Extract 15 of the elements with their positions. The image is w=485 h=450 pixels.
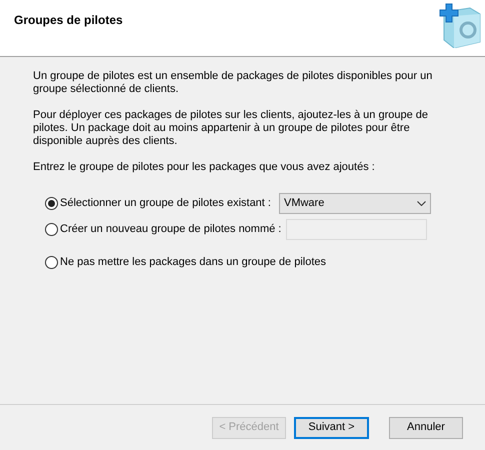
- description-text: Un groupe de pilotes est un ensemble de packages de pilotes disponibles pour un groupe sélectionné de clients.: [33, 70, 434, 96]
- description-text: Entrez le groupe de pilotes pour les packages que vous avez ajoutés :: [33, 161, 376, 174]
- radio-button[interactable]: [45, 256, 58, 269]
- chevron-down-icon: [416, 201, 426, 206]
- wizard-button[interactable]: Annuler: [389, 416, 463, 438]
- radio-option[interactable]: Ne pas mettre les packages dans un groupe de pilotes: [45, 254, 326, 270]
- page-title: Groupes de pilotes: [14, 12, 123, 29]
- radio-button[interactable]: [45, 223, 58, 236]
- group-dropdown[interactable]: VMware: [278, 193, 431, 214]
- wizard-button[interactable]: Suivant >: [294, 416, 369, 438]
- radio-option[interactable]: Créer un nouveau groupe de pilotes nommé :: [45, 221, 282, 238]
- radio-option[interactable]: Sélectionner un groupe de pilotes existant :: [45, 195, 271, 212]
- radio-button[interactable]: [45, 197, 58, 210]
- package-gear-icon: [438, 2, 482, 48]
- description-text: Pour déployer ces packages de pilotes sur les clients, ajoutez-les à un groupe de pilotes. Un package doit au moins appartenir à un groupe de pilotes pour être disponible auprès des clients.: [33, 109, 430, 148]
